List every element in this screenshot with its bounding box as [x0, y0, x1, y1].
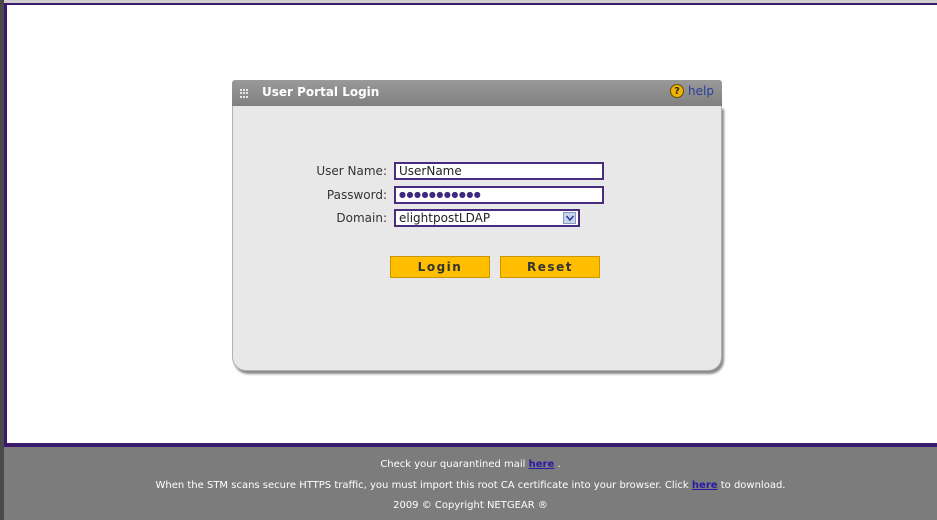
- quarantine-mail-link[interactable]: here: [529, 459, 555, 470]
- reset-button[interactable]: Reset: [500, 256, 600, 278]
- password-label: Password:: [326, 188, 387, 202]
- domain-selected-value: elightpostLDAP: [399, 211, 491, 225]
- certificate-notice: When the STM scans secure HTTPS traffic,…: [4, 480, 937, 491]
- certificate-download-link[interactable]: here: [692, 480, 718, 491]
- domain-select[interactable]: elightpostLDAP: [394, 209, 580, 227]
- username-input[interactable]: UserName: [394, 162, 604, 180]
- certificate-suffix: to download.: [720, 480, 786, 491]
- login-button[interactable]: Login: [390, 256, 490, 278]
- username-label: User Name:: [316, 164, 387, 178]
- certificate-text: When the STM scans secure HTTPS traffic,…: [155, 480, 689, 491]
- password-input[interactable]: ●●●●●●●●●●●: [394, 186, 604, 204]
- footer: Check your quarantined mail here . When …: [4, 447, 937, 520]
- domain-label: Domain:: [336, 211, 387, 225]
- chevron-down-icon[interactable]: [563, 212, 576, 224]
- copyright-text: 2009 © Copyright NETGEAR ®: [393, 500, 548, 511]
- login-form: User Name: UserName Password: ●●●●●●●●●●…: [232, 25, 722, 325]
- quarantine-notice: Check your quarantined mail here .: [4, 459, 937, 470]
- quarantine-suffix: .: [557, 459, 561, 470]
- quarantine-text: Check your quarantined mail: [380, 459, 526, 470]
